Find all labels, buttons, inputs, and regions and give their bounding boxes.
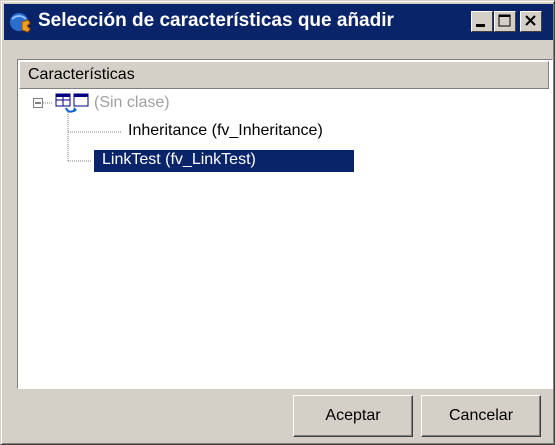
tree-item-linktest-selected[interactable]: LinkTest (fv_LinkTest)	[94, 150, 354, 172]
cancel-button[interactable]: Cancelar	[421, 395, 541, 437]
close-icon	[525, 15, 536, 26]
app-icon	[10, 13, 31, 33]
window-title: Selección de características que añadir	[38, 10, 394, 31]
minimize-icon	[476, 24, 485, 27]
tree-item-inheritance[interactable]: Inheritance (fv_Inheritance)	[128, 122, 323, 140]
dialog-window: Selección de características que añadir …	[0, 0, 555, 445]
class-table-icon	[55, 93, 89, 113]
title-bar[interactable]: Selección de características que añadir	[4, 4, 553, 40]
maximize-button[interactable]	[494, 11, 516, 32]
minimize-button[interactable]	[471, 11, 493, 32]
features-tree[interactable]: Características (Sin clase) Inheritance …	[17, 59, 553, 389]
tree-item-label: LinkTest (fv_LinkTest)	[102, 151, 256, 168]
close-button[interactable]	[520, 11, 542, 32]
accept-button[interactable]: Aceptar	[293, 395, 413, 437]
collapse-toggle[interactable]	[32, 97, 44, 109]
maximize-icon	[498, 14, 511, 27]
tree-root-label[interactable]: (Sin clase)	[94, 94, 170, 112]
